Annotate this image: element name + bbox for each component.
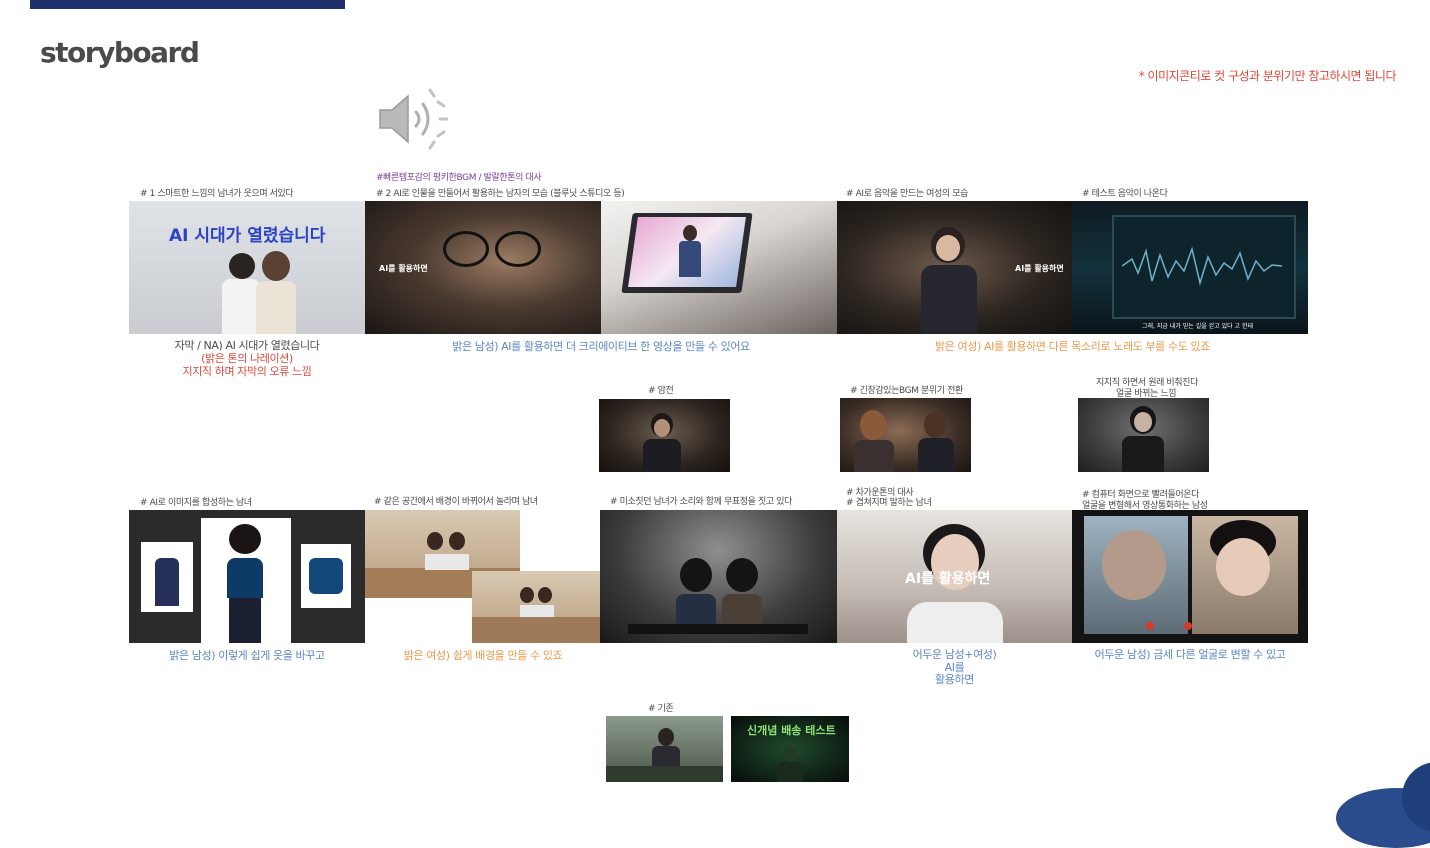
subtitle-1-line-2: (밝은 톤의 나레이션): [201, 352, 293, 365]
storyboard-frame-background-2: [472, 571, 601, 643]
storyboard-frame-1: AI 시대가 열렸습니다: [129, 201, 365, 334]
storyboard-frame-4: AI를 활용하면: [837, 201, 1072, 334]
storyboard-frame-5: 그래, 지금 내가 믿는 길을 걷고 있다 고 한테: [1072, 201, 1308, 334]
frame-2-caption: AI를 활용하면: [379, 264, 428, 273]
caption-blackout: # 암전: [648, 386, 674, 396]
caption-cut-4: # AI로 음악을 만드는 여성의 모습: [846, 189, 969, 199]
subtitle-outfits: 밝은 남성) 이렇게 쉽게 옷을 바꾸고: [169, 649, 325, 662]
caption-image-compose: # AI로 이미지를 합성하는 남녀: [140, 498, 252, 508]
frame-1-headline: AI 시대가 열렸습니다: [169, 226, 326, 246]
caption-expressionless: # 미소짓던 남녀가 소리와 함께 무표정을 짓고 있다: [610, 497, 792, 507]
storyboard-frame-existing-2: 신개념 배송 테스트: [731, 716, 849, 782]
subtitle-1-line-3: 지지직 하며 자막의 오류 느낌: [182, 365, 312, 378]
speaker-icon[interactable]: [376, 86, 448, 152]
subtitle-2: 밝은 남성) AI를 활용하면 더 크리에이티브 한 영상을 만들 수 있어요: [452, 340, 750, 353]
subtitle-overlap-line-3: 활용하면: [935, 673, 974, 686]
caption-bgm: #빠른템포감의 펑키한BGM / 발랄한톤의 대사: [376, 173, 542, 183]
subtitle-overlap-line-1: 어두운 남성+여성): [912, 648, 997, 661]
storyboard-frame-overlap: AI를 활용하면: [837, 510, 1072, 643]
frame-5-lyric: 그래, 지금 내가 믿는 길을 걷고 있다 고 한테: [1142, 323, 1254, 330]
caption-cut-1: # 1 스마트한 느낌의 남녀가 웃으며 서있다: [140, 189, 294, 199]
frame-overlap-caption: AI를 활용하면: [905, 571, 991, 587]
caption-existing: # 기존: [648, 704, 674, 714]
storyboard-frame-glitch: [1078, 398, 1209, 472]
subtitle-background: 밝은 여성) 쉽게 배경을 만들 수 있죠: [403, 649, 563, 662]
storyboard-frame-outfits: [129, 510, 365, 643]
frame-4-caption: AI를 활용하면: [1015, 264, 1064, 273]
caption-cut-5: # 테스트 음악이 나온다: [1082, 189, 1168, 199]
top-accent-bar: [30, 0, 345, 9]
subtitle-video-call: 어두운 남성) 금세 다른 얼굴로 변할 수 있고: [1094, 648, 1286, 661]
caption-mood-change: # 긴장감있는BGM 분위기 전환: [850, 386, 963, 396]
page-title: storyboard: [40, 36, 200, 69]
subtitle-1-line-1: 자막 / NA) AI 시대가 열렸습니다: [174, 339, 320, 352]
storyboard-frame-expressionless: [600, 510, 837, 643]
reference-note: * 이미지콘티로 컷 구성과 분위기만 참고하시면 됩니다: [1138, 69, 1397, 83]
storyboard-frame-3: [601, 201, 837, 334]
caption-background-change: # 같은 공간에서 배경이 바뀌어서 놀라며 남녀: [374, 497, 538, 507]
storyboard-frame-video-call: [1072, 510, 1308, 643]
frame-existing-2-title: 신개념 배송 테스트: [747, 724, 836, 737]
storyboard-frame-blackout: [599, 399, 730, 472]
caption-overlap: # 겹쳐지며 말하는 남녀: [846, 498, 932, 508]
caption-cut-2: # 2 AI로 인물을 만들어서 활용하는 남자의 모습 (블루닛 스튜디오 등…: [376, 189, 625, 199]
storyboard-frame-tension: [840, 398, 971, 472]
subtitle-3: 밝은 여성) AI를 활용하면 다른 목소리로 노래도 부를 수도 있죠: [934, 340, 1210, 353]
storyboard-frame-2: AI를 활용하면: [365, 201, 601, 334]
storyboard-frame-existing-1: [606, 716, 723, 782]
